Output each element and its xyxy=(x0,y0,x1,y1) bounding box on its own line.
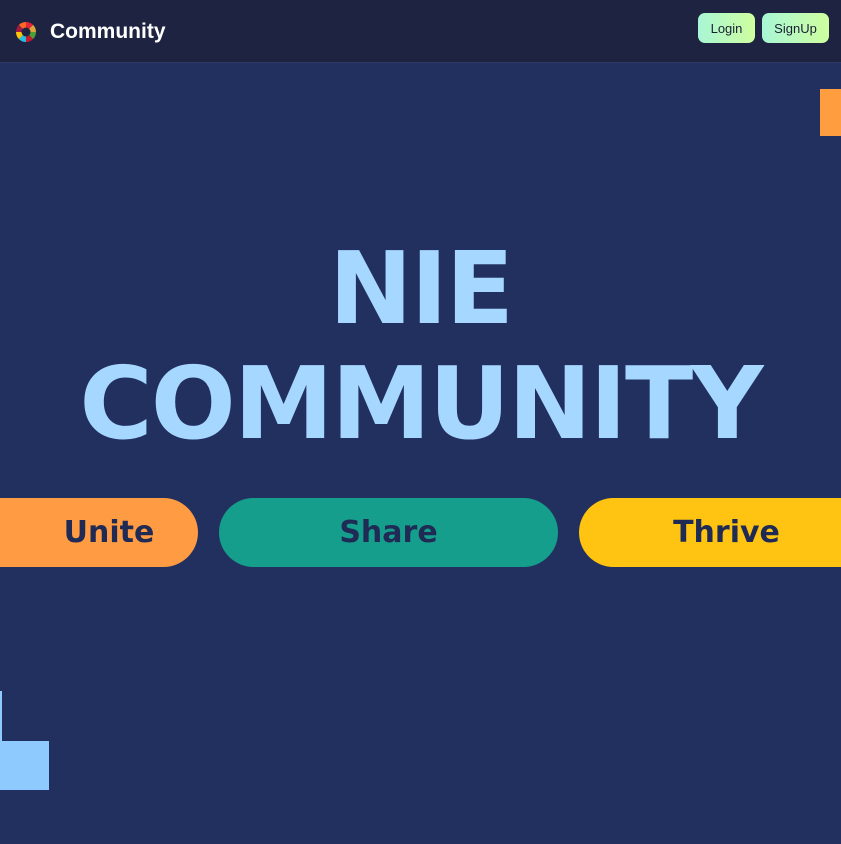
brand-name: Community xyxy=(50,20,166,43)
hero-section: NIE COMMUNITY Unite Share Thrive xyxy=(0,64,841,844)
thrive-pill: Thrive xyxy=(579,498,841,567)
unite-pill-label: Unite xyxy=(63,515,155,550)
unite-pill: Unite xyxy=(0,498,198,567)
thrive-pill-label: Thrive xyxy=(673,515,780,550)
orange-decorative-block xyxy=(820,89,841,136)
share-pill-label: Share xyxy=(339,515,438,550)
blue-decorative-line xyxy=(0,691,2,741)
login-button[interactable]: Login xyxy=(698,13,755,43)
colorful-wheel-icon xyxy=(16,22,36,42)
blue-decorative-block xyxy=(0,741,49,790)
brand[interactable]: Community xyxy=(15,19,166,45)
signup-button[interactable]: SignUp xyxy=(762,13,829,43)
hero-title-line-2: COMMUNITY xyxy=(79,345,763,462)
top-navbar: Community Login SignUp xyxy=(0,0,841,63)
hero-title-line-1: NIE xyxy=(328,230,514,347)
share-pill: Share xyxy=(219,498,558,567)
